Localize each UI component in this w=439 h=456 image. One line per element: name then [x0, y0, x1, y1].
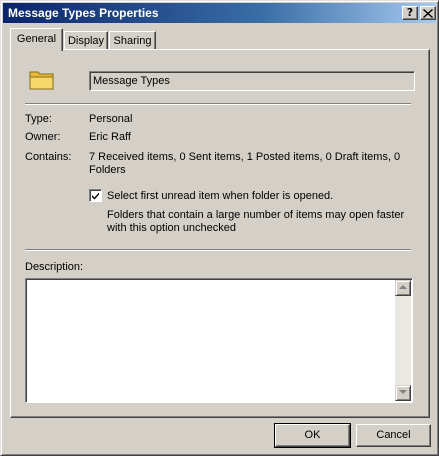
- general-tab-panel: Message Types Type: Personal Owner: Eric…: [10, 49, 430, 418]
- type-value: Personal: [89, 113, 133, 125]
- cancel-button[interactable]: Cancel: [356, 424, 431, 447]
- owner-label: Owner:: [25, 131, 61, 143]
- contains-value: 7 Received items, 0 Sent items, 1 Posted…: [89, 151, 401, 176]
- arrow-up-icon: [399, 285, 407, 289]
- description-textarea[interactable]: [25, 278, 413, 403]
- tab-display[interactable]: Display: [64, 31, 108, 51]
- select-unread-note: Folders that contain a large number of i…: [107, 209, 405, 234]
- owner-value: Eric Raff: [89, 131, 131, 143]
- select-unread-checkbox[interactable]: [89, 189, 102, 202]
- description-scrollbar[interactable]: [395, 280, 411, 401]
- folder-name-field[interactable]: Message Types: [89, 71, 415, 91]
- folder-icon: [29, 71, 54, 90]
- checkmark-icon: [92, 192, 99, 200]
- tab-general[interactable]: General: [10, 28, 63, 51]
- select-unread-label[interactable]: Select first unread item when folder is …: [107, 190, 333, 202]
- type-label: Type:: [25, 113, 52, 125]
- contains-label: Contains:: [25, 151, 72, 163]
- arrow-down-icon: [399, 390, 407, 394]
- close-button[interactable]: [420, 6, 436, 20]
- tab-sharing[interactable]: Sharing: [109, 31, 156, 51]
- scroll-up-button[interactable]: [395, 280, 411, 296]
- properties-dialog: Message Types Properties ? General Displ…: [0, 0, 439, 456]
- separator: [25, 249, 411, 251]
- window-title: Message Types Properties: [8, 6, 159, 20]
- description-label: Description:: [25, 261, 84, 273]
- help-button[interactable]: ?: [402, 6, 418, 20]
- close-icon: [423, 9, 433, 18]
- title-bar[interactable]: Message Types Properties ?: [3, 3, 436, 23]
- scroll-down-button[interactable]: [395, 385, 411, 401]
- separator: [25, 103, 411, 105]
- ok-button[interactable]: OK: [274, 423, 351, 448]
